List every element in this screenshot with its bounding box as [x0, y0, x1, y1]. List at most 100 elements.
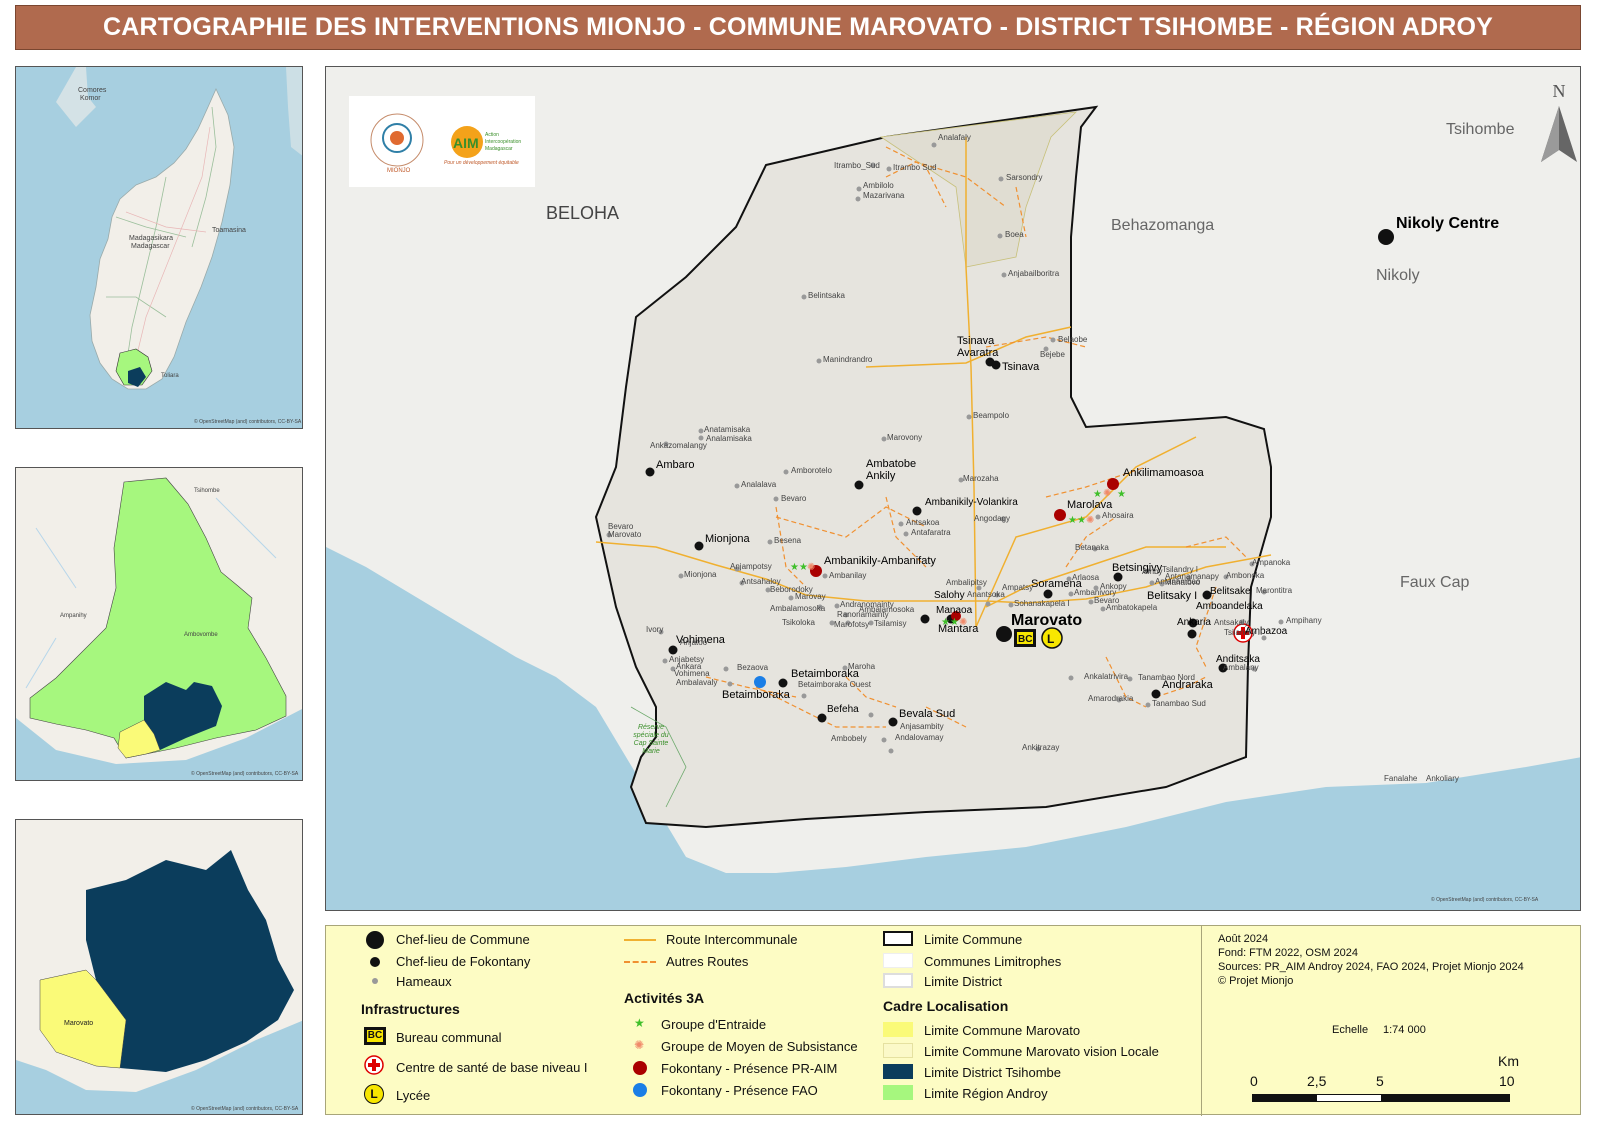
inset-credit: © OpenStreetMap (and) contributors, CC-B… [194, 419, 302, 425]
label-comores: Comores [78, 87, 107, 94]
legend-divider [1201, 926, 1202, 1116]
hamlet-label: Maroha [848, 662, 876, 671]
label-manaoa: Manaoa [936, 605, 973, 616]
hamlet-label: Ambonoka [1226, 571, 1265, 580]
fao-dot [754, 676, 766, 688]
route-inter-symbol [624, 939, 656, 941]
entraide-star-icon: ★ [634, 1016, 645, 1030]
legend-hameaux: Hameaux [396, 974, 452, 989]
scale-tick-5: 5 [1376, 1073, 1384, 1089]
hamlet-label: Anatamisaka [704, 425, 751, 434]
hamlet-label: Bezaova [737, 663, 769, 672]
inset-androy: Ampanihy Ambovombe Tsihombe © OpenStreet… [15, 467, 303, 781]
hamlet-label: Bevaro [781, 494, 807, 503]
inset-tsihombe-credit: © OpenStreetMap (and) contributors, CC-B… [191, 1106, 299, 1112]
hamlet-label: Betaimboraka Ouest [798, 680, 871, 689]
label-faux-cap: Faux Cap [1400, 574, 1470, 591]
hamlet-label: Amborotelo [791, 466, 832, 475]
hamlet-label: Fanalahe [1384, 774, 1418, 783]
hamlet-label: Ankopy [1100, 582, 1127, 591]
partner-logos: AIM MIONJO Action Intercoopération Madag… [349, 96, 535, 187]
legend-copyright: © Projet Mionjo [1218, 975, 1294, 987]
label-tsihombe-mini: Tsihombe [194, 488, 220, 494]
svg-text:★: ★ [790, 562, 799, 573]
legend-route-inter: Route Intercommunale [666, 932, 798, 947]
hamlet-label: Anjabailboritra [1008, 269, 1060, 278]
hamlet-label: Marozaha [963, 474, 999, 483]
hamlet-label: Ampatsy [1002, 583, 1034, 592]
hamlet-label: Amarodrakia [1088, 694, 1134, 703]
north-arrow-icon [1541, 106, 1577, 162]
hamlet-label: Ambalavaly [676, 678, 718, 687]
legend-lycee: Lycée [396, 1088, 431, 1103]
communes-limitrophes-symbol [883, 953, 913, 968]
legend-date: Août 2024 [1218, 933, 1269, 945]
bc-icon-label: BC [367, 1030, 383, 1042]
hamlet-label: Tanambao Sud [1152, 699, 1206, 708]
label-befeha: Befeha [827, 704, 859, 715]
legend-sources: Sources: PR_AIM Androy 2024, FAO 2024, P… [1218, 961, 1524, 973]
legend-communes-limitrophes: Communes Limitrophes [924, 954, 1062, 969]
label-nikoly: Nikoly [1376, 267, 1420, 284]
hamlet-label: Belintsaka [808, 291, 845, 300]
fao-symbol [633, 1083, 647, 1097]
label-ankaria: Ankaria [1177, 617, 1211, 628]
lycee-icon: L [364, 1084, 384, 1104]
legend-limite-marovato-locale: Limite Commune Marovato vision Locale [924, 1044, 1159, 1059]
map-credit: © OpenStreetMap (and) contributors, CC-B… [1431, 897, 1539, 903]
legend-autres-routes: Autres Routes [666, 954, 749, 969]
hamlet-label: Ambanilay [829, 571, 867, 580]
legend-chef-commune: Chef-lieu de Commune [396, 932, 530, 947]
hamlet-label: Belaobe [1058, 335, 1088, 344]
lycee-symbol: L [1041, 627, 1063, 649]
hamlet-label: Anantsoka [967, 590, 1005, 599]
hamlet-label: Analalava [741, 480, 777, 489]
hamlet-label: Amby [1142, 567, 1163, 576]
label-amboandelaka: Amboandelaka [1196, 601, 1263, 612]
legend-chef-fokontany: Chef-lieu de Fokontany [396, 954, 531, 969]
hamlet-label: Ankalatrivira [1084, 672, 1129, 681]
legend-groupe-subsistance: Groupe de Moyen de Subsistance [661, 1039, 858, 1054]
hamlet-label: Sohanakapela I [1014, 599, 1070, 608]
aim-name-2: Intercoopération [485, 139, 522, 145]
legend-echelle-label: Echelle [1332, 1024, 1369, 1036]
inset-androy-credit: © OpenStreetMap (and) contributors, CC-B… [191, 771, 299, 777]
nikoly-centre [1378, 229, 1394, 245]
hamlet-label: Marontitra [1256, 586, 1293, 595]
hamlet-label: Marovony [887, 433, 923, 442]
limite-marovato-symbol [883, 1022, 913, 1037]
hamlet-label: Ampihany [1286, 616, 1322, 625]
hamlet-label: Tsilamisy [874, 619, 907, 628]
aim-name-1: Action [485, 132, 499, 138]
scale-km-label: Km [1498, 1053, 1519, 1069]
hamlet-label: Mionjona [684, 570, 717, 579]
limite-tsihombe-symbol [883, 1064, 913, 1079]
label-ambatobe-ankily: Ambatobe Ankily [866, 458, 917, 482]
hamlet-label: Marofotsy [834, 620, 870, 629]
hamlet-label: Ankazomalangy [650, 441, 707, 450]
inset-tsihombe: Marovato © OpenStreetMap (and) contribut… [15, 819, 303, 1115]
label-belitsaky-i: Belitsaky I [1147, 590, 1198, 602]
legend-limite-commune: Limite Commune [924, 932, 1023, 947]
label-tsinava: Tsinava [1002, 361, 1040, 373]
subsistance-sun-icon: ✺ [634, 1038, 645, 1052]
limite-marovato-locale-symbol [883, 1043, 913, 1058]
scale-tick-2-5: 2,5 [1307, 1073, 1327, 1089]
hamlet-label: Ambalany [1223, 663, 1259, 672]
scale-tick-0: 0 [1250, 1073, 1258, 1089]
hamlet-label: Tsilandry II [1224, 628, 1263, 637]
label-salohy: Salohy [934, 590, 965, 601]
aim-name-3: Madagascar [485, 146, 513, 152]
hamlet-label: Vohimena [674, 669, 710, 678]
chef-commune-symbol [366, 931, 384, 949]
label-marolava: Marolava [1067, 499, 1113, 511]
hamlet-label: Anjampotsy [730, 562, 772, 571]
legend-fokontany-praim: Fokontany - Présence PR-AIM [661, 1061, 838, 1076]
hamlet-label: Ampanoka [1252, 558, 1291, 567]
legend-limite-district: Limite District [924, 974, 1003, 989]
label-tsinava-avaratra: Tsinava Avaratra [957, 335, 999, 359]
svg-text:★: ★ [1077, 515, 1086, 526]
aim-slogan: Pour un développement équitable [444, 160, 519, 166]
hamlet-label: Beampolo [973, 411, 1010, 420]
hamlet-label: Analafaly [938, 133, 971, 142]
